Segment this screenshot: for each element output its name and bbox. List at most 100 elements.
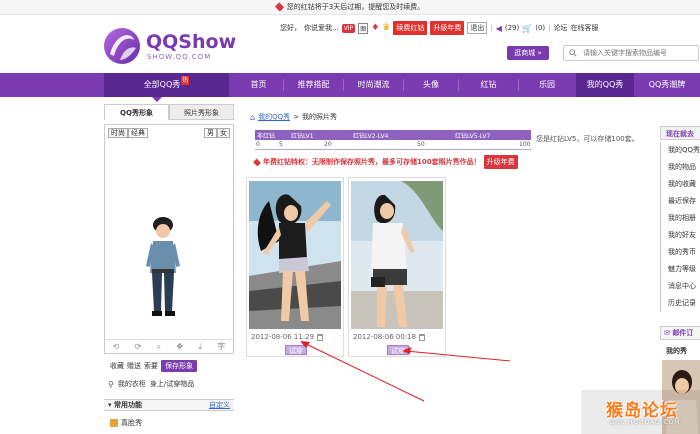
- renew-red-diamond-button[interactable]: 续费红钻: [393, 21, 428, 35]
- my-show-label: 我的秀: [666, 347, 687, 355]
- forum-link[interactable]: 论坛: [554, 23, 568, 33]
- nav-recommend[interactable]: 推荐搭配: [286, 73, 341, 97]
- level-bar: 非红钻 红钻LV1 红钻LV2-LV4 红钻LV5-LV7: [255, 130, 531, 140]
- level-tick: 20: [324, 141, 332, 148]
- go-mall-button[interactable]: 逛商城 »: [507, 46, 549, 60]
- closet-bar: ⚲ 我的衣柜 身上/试穿物品: [104, 376, 234, 392]
- level-status-text: 您是红钻LV5，可以存储100套。: [536, 135, 639, 143]
- right-link-message-center[interactable]: 消息中心: [661, 278, 700, 295]
- right-sidebar-title: 现在就去: [660, 126, 700, 140]
- search-input[interactable]: [583, 49, 695, 57]
- separator: |: [548, 24, 551, 32]
- right-link-charm-level[interactable]: 魅力等级: [661, 261, 700, 278]
- true-face-item[interactable]: 真脸秀: [110, 418, 142, 428]
- user-bar: 您好， 你说爱我... VIP 图 ♦ ♛ 续费红钻 升级年费 退出 | ◀ (…: [280, 21, 599, 35]
- upgrade-annual-button[interactable]: 升级年费: [483, 155, 518, 169]
- nav-active-arrow: [152, 97, 162, 102]
- nav-paradise[interactable]: 乐园: [521, 73, 573, 97]
- gift-button[interactable]: 赠送: [127, 361, 141, 371]
- move-icon[interactable]: ✥: [176, 342, 183, 351]
- delete-icon[interactable]: [419, 333, 426, 341]
- text-icon[interactable]: 字: [217, 341, 225, 352]
- delete-icon[interactable]: [317, 333, 324, 341]
- nav-divider: [343, 79, 344, 91]
- photo-date: 2012-08-06 11:29: [251, 333, 324, 341]
- breadcrumb-my-qqshow[interactable]: 我的QQ秀: [258, 112, 290, 122]
- home-icon[interactable]: ⌂: [250, 113, 255, 122]
- my-closet-link[interactable]: 我的衣柜: [118, 379, 146, 389]
- true-face-label: 真脸秀: [121, 419, 142, 427]
- hot-badge: 热: [181, 76, 190, 85]
- mail-subscribe-header[interactable]: ✉ 邮件订: [660, 326, 700, 340]
- common-functions-title: ▾ 常用功能: [108, 401, 142, 409]
- message-icon[interactable]: ◀: [496, 24, 502, 33]
- try-on-button[interactable]: 试穿: [387, 345, 409, 355]
- nav-label: 全部QQ秀: [143, 80, 181, 89]
- watermark-logo-text: 猴岛论坛: [606, 401, 678, 421]
- tab-fashion-style[interactable]: 时尚: [108, 128, 128, 138]
- right-link-my-album[interactable]: 我的相册: [661, 210, 700, 227]
- download-icon[interactable]: ⤓: [198, 342, 202, 352]
- wearing-items-link[interactable]: 身上/试穿物品: [150, 379, 194, 389]
- nav-home[interactable]: 首页: [236, 73, 281, 97]
- vip-badge[interactable]: VIP: [341, 23, 356, 33]
- right-link-history[interactable]: 历史记录: [661, 295, 700, 312]
- crown-icon[interactable]: ♛: [382, 23, 390, 33]
- nav-avatar[interactable]: 头像: [406, 73, 456, 97]
- expiry-notice-text: 您的红钻将于3天后过期，提醒您及时续费。: [286, 3, 425, 11]
- right-link-my-favorites[interactable]: 我的收藏: [661, 176, 700, 193]
- gender-toggle: 男 女: [204, 128, 230, 138]
- red-diamond-icon: [274, 2, 284, 12]
- breadcrumb-my-photo-show: 我的照片秀: [301, 113, 337, 121]
- image-type-tabs: QQ秀形象 照片秀形象: [104, 104, 234, 120]
- avatar-viewer: 时尚 经典 男 女 ⟲ ⟳ ⌕ ✥ ⤓ 字: [104, 124, 234, 354]
- nav-red-diamond[interactable]: 红钻: [461, 73, 516, 97]
- gender-male[interactable]: 男: [204, 128, 217, 138]
- photo-thumbnail[interactable]: [351, 181, 443, 329]
- red-diamond-icon[interactable]: ♦: [371, 23, 379, 33]
- nav-fashion[interactable]: 时尚潮流: [346, 73, 401, 97]
- tab-qqshow-image[interactable]: QQ秀形象: [104, 104, 169, 120]
- logout-link[interactable]: 退出: [467, 22, 488, 34]
- zoom-icon[interactable]: ⌕: [157, 342, 161, 352]
- nav-my-qqshow[interactable]: 我的QQ秀: [576, 73, 634, 97]
- true-face-icon: [110, 419, 118, 427]
- nav-all-qqshow[interactable]: 全部QQ秀热: [104, 73, 229, 97]
- photo-date: 2012-08-06 00:18: [353, 333, 426, 341]
- photo-thumbnail[interactable]: [249, 181, 341, 329]
- customer-service-link[interactable]: 在线客服: [571, 23, 599, 33]
- right-link-my-friends[interactable]: 我的好友: [661, 227, 700, 244]
- cart-count[interactable]: (0): [535, 24, 545, 32]
- right-link-my-coins[interactable]: 我的秀币: [661, 244, 700, 261]
- level-tick: 0: [256, 141, 260, 148]
- photo-card: 2012-08-06 11:29 试穿: [246, 177, 344, 357]
- redo-icon[interactable]: ⟳: [135, 342, 142, 351]
- right-link-my-items[interactable]: 我的物品: [661, 159, 700, 176]
- tab-classic-style[interactable]: 经典: [128, 128, 148, 138]
- user-nickname[interactable]: 你说爱我...: [304, 23, 339, 33]
- hanger-icon: ⚲: [108, 379, 114, 389]
- request-button[interactable]: 索要: [144, 361, 158, 371]
- tab-photo-image[interactable]: 照片秀形象: [169, 104, 234, 120]
- message-count[interactable]: (29): [505, 24, 519, 32]
- level-tick: 5: [279, 141, 283, 148]
- level-label: 非红钻: [257, 133, 276, 140]
- undo-icon[interactable]: ⟲: [113, 342, 120, 351]
- upgrade-annual-button[interactable]: 升级年费: [430, 21, 465, 35]
- save-image-button[interactable]: 保存形象: [161, 360, 197, 372]
- customize-link[interactable]: 自定义: [209, 400, 230, 410]
- collect-button[interactable]: 收藏: [110, 361, 124, 371]
- nav-divider: [518, 79, 519, 91]
- watermark-url: BBS.HOUDAO.COM: [610, 419, 681, 426]
- right-link-recent-saved[interactable]: 最近保存: [661, 193, 700, 210]
- nav-qqshow-brand[interactable]: QQ秀潮牌: [636, 73, 698, 97]
- photo-date-text: 2012-08-06 00:18: [353, 333, 417, 341]
- right-sidebar-list: 我的QQ秀 我的物品 我的收藏 最近保存 我的相册 我的好友 我的秀币 魅力等级…: [660, 142, 700, 312]
- try-on-button[interactable]: 试穿: [285, 345, 307, 355]
- gender-female[interactable]: 女: [217, 128, 230, 138]
- mail-subscribe-label: 邮件订: [672, 329, 694, 337]
- qqshow-logo-icon[interactable]: [102, 26, 142, 66]
- album-icon[interactable]: 图: [358, 22, 369, 34]
- cart-icon[interactable]: 🛒: [522, 24, 532, 33]
- right-link-my-qqshow[interactable]: 我的QQ秀: [661, 142, 700, 159]
